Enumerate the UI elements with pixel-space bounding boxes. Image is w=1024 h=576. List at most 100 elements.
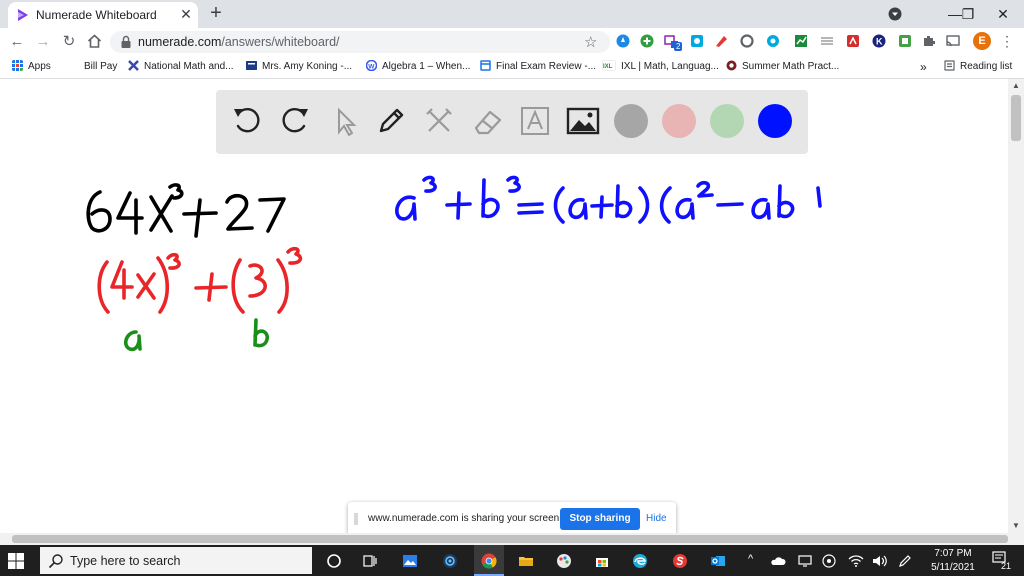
extension-highlighter-icon[interactable] [714, 34, 728, 48]
paint-app-icon[interactable] [556, 553, 572, 569]
drag-handle-icon[interactable] [354, 512, 358, 526]
url-path: /answers/whiteboard/ [221, 35, 340, 49]
reload-icon[interactable]: ↻ [60, 33, 78, 51]
lock-icon[interactable] [120, 35, 132, 49]
forward-arrow-icon[interactable]: → [34, 33, 52, 51]
media-app-icon[interactable] [442, 553, 458, 569]
extension-compass-icon[interactable] [616, 34, 630, 48]
browser-menu-icon[interactable]: ⋮ [1000, 32, 1014, 50]
address-bar[interactable]: numerade.com/answers/whiteboard/ ☆ [110, 31, 610, 53]
cortana-icon[interactable] [326, 553, 342, 569]
tray-chevron-icon[interactable]: ^ [748, 553, 753, 565]
reading-list-label: Reading list [960, 61, 1013, 72]
bookmark-ixl[interactable]: IXL IXL | Math, Languag... [602, 60, 719, 74]
bookmark-amy-koning[interactable]: Mrs. Amy Koning -... [246, 60, 352, 74]
undo-icon[interactable] [228, 102, 266, 140]
svg-text:K: K [876, 37, 883, 47]
handwriting-formula [395, 175, 822, 224]
scroll-up-arrow-icon[interactable]: ▲ [1011, 81, 1021, 91]
bookmark-label: Bill Pay [84, 61, 118, 72]
extension-gear-icon[interactable] [766, 34, 780, 48]
image-tool-icon[interactable] [564, 102, 602, 140]
taskbar-chrome-active[interactable] [474, 545, 504, 576]
page-icon [480, 60, 491, 71]
extension-lines-icon[interactable] [820, 34, 834, 48]
store-icon[interactable] [594, 553, 610, 569]
photos-app-icon[interactable] [402, 553, 418, 569]
hide-button[interactable]: Hide [646, 513, 667, 524]
extension-k-icon[interactable]: K [872, 34, 886, 48]
color-swatch-green[interactable] [710, 104, 744, 138]
horizontal-scrollbar-thumb[interactable] [12, 535, 1008, 543]
tab-numerade-whiteboard[interactable]: Numerade Whiteboard ✕ [8, 2, 198, 28]
new-tab-button[interactable]: + [206, 3, 226, 23]
redo-icon[interactable] [276, 102, 314, 140]
color-swatch-pink[interactable] [662, 104, 696, 138]
screencastify-icon[interactable] [672, 553, 688, 569]
clock-time[interactable]: 7:07 PM [930, 548, 976, 559]
color-swatch-blue[interactable] [758, 104, 792, 138]
chrome-icon [481, 553, 497, 569]
home-icon[interactable] [86, 33, 103, 50]
network-icon[interactable] [798, 555, 812, 567]
handwriting-labels [123, 318, 269, 352]
extension-pdf-icon[interactable] [846, 34, 860, 48]
bookmark-apps[interactable]: Apps [12, 60, 51, 74]
numerade-favicon-icon [18, 9, 28, 21]
outlook-icon[interactable] [710, 553, 726, 569]
extension-chart-icon[interactable] [794, 34, 808, 48]
vertical-scrollbar[interactable]: ▲ ▼ [1008, 79, 1024, 533]
bookmark-star-icon[interactable]: ☆ [584, 33, 597, 51]
svg-text:IXL: IXL [603, 64, 613, 70]
windows-start-icon[interactable] [8, 553, 24, 569]
bookmark-label: Algebra 1 – When... [382, 61, 471, 72]
volume-icon[interactable] [872, 554, 888, 568]
url-text[interactable]: numerade.com/answers/whiteboard/ [138, 35, 340, 49]
extension-badge: 2 [674, 42, 683, 51]
profile-avatar[interactable]: E [973, 32, 991, 50]
clock-date[interactable]: 5/11/2021 [926, 562, 980, 573]
back-arrow-icon[interactable]: ← [8, 33, 26, 51]
onedrive-icon[interactable] [770, 555, 786, 567]
stop-sharing-button[interactable]: Stop sharing [560, 508, 640, 530]
bookmark-label: IXL | Math, Languag... [621, 61, 719, 72]
bookmarks-bar: Apps Bill Pay National Math and... Mrs. … [0, 56, 1024, 79]
whiteboard-toolbar [216, 90, 808, 154]
extension-plus-icon[interactable] [640, 34, 654, 48]
tab-close-icon[interactable]: ✕ [178, 6, 194, 22]
color-swatch-gray[interactable] [614, 104, 648, 138]
window-close-button[interactable]: ✕ [982, 0, 1024, 28]
bookmark-bill-pay[interactable]: Bill Pay [84, 60, 117, 74]
search-icon [48, 554, 63, 569]
select-cursor-icon[interactable] [326, 102, 364, 140]
edge-icon[interactable] [632, 553, 648, 569]
tools-icon[interactable] [420, 102, 458, 140]
bookmarks-overflow-button[interactable]: » [920, 60, 927, 74]
reading-list-button[interactable]: Reading list [944, 60, 1012, 74]
bookmark-label: National Math and... [144, 61, 234, 72]
horizontal-scrollbar[interactable] [0, 533, 1024, 545]
taskbar-search-box[interactable]: Type here to search [40, 547, 312, 574]
extension-grid-icon[interactable] [898, 34, 912, 48]
scroll-down-arrow-icon[interactable]: ▼ [1011, 521, 1021, 531]
bookmark-algebra-1[interactable]: W Algebra 1 – When... [366, 60, 470, 74]
bookmark-summer-math[interactable]: Summer Math Pract... [726, 60, 839, 74]
extension-screenshot-icon[interactable] [690, 34, 704, 48]
media-control-icon[interactable] [888, 7, 902, 21]
location-icon[interactable] [822, 554, 836, 568]
pen-workspace-icon[interactable] [898, 554, 912, 568]
extension-circle-icon[interactable] [740, 34, 754, 48]
pen-icon[interactable] [372, 102, 410, 140]
eraser-icon[interactable] [468, 102, 506, 140]
classroom-icon [246, 61, 257, 70]
bookmark-final-exam[interactable]: Final Exam Review -... [480, 60, 596, 74]
wifi-icon[interactable] [848, 554, 864, 568]
file-explorer-icon[interactable] [518, 553, 534, 569]
task-view-icon[interactable] [362, 553, 378, 569]
scrollbar-thumb[interactable] [1011, 95, 1021, 141]
cast-icon[interactable] [946, 34, 960, 48]
extensions-puzzle-icon[interactable] [922, 34, 936, 48]
text-tool-icon[interactable] [516, 102, 554, 140]
bookmark-label: Final Exam Review -... [496, 61, 597, 72]
bookmark-national-math[interactable]: National Math and... [128, 60, 234, 74]
